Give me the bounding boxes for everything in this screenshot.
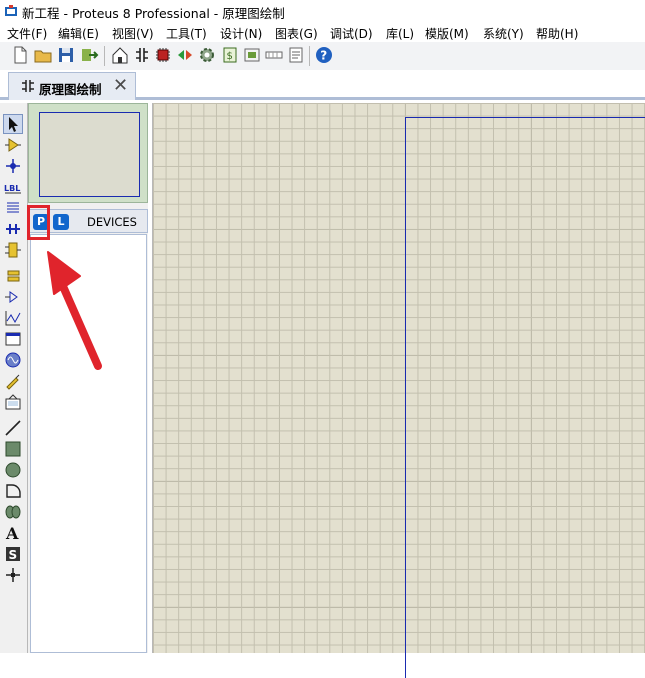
close-icon[interactable]: ✕	[113, 75, 128, 96]
path-tool-icon[interactable]	[4, 503, 22, 521]
schematic-tab-icon	[22, 80, 34, 92]
svg-text:S: S	[9, 548, 18, 562]
title-bar: 新工程 - Proteus 8 Professional - 原理图绘制	[0, 0, 645, 22]
menu-design[interactable]: 设计(N)	[220, 25, 262, 42]
schematic-icon[interactable]	[132, 45, 152, 65]
arrow-annotation	[47, 251, 102, 370]
source-code-icon[interactable]	[175, 45, 195, 65]
menu-template[interactable]: 模版(M)	[425, 25, 469, 42]
new-file-icon[interactable]	[10, 45, 30, 65]
menu-debug[interactable]: 调试(D)	[330, 25, 373, 42]
menu-file[interactable]: 文件(F)	[7, 25, 47, 42]
schematic-canvas[interactable]	[152, 103, 645, 678]
3d-viewer-icon[interactable]	[242, 45, 262, 65]
overview-sheet-frame	[39, 112, 140, 197]
highlight-box	[27, 205, 50, 240]
menu-help[interactable]: 帮助(H)	[536, 25, 578, 42]
svg-text:A: A	[5, 524, 19, 542]
menu-edit[interactable]: 编辑(E)	[58, 25, 99, 42]
home-icon[interactable]	[110, 45, 130, 65]
svg-text:LBL: LBL	[4, 184, 20, 193]
subcircuit-icon[interactable]	[4, 241, 22, 259]
circle-tool-icon[interactable]	[4, 461, 22, 479]
menu-graph[interactable]: 图表(G)	[275, 25, 318, 42]
pcb-layout-icon[interactable]	[153, 45, 173, 65]
arc-tool-icon[interactable]	[4, 482, 22, 500]
tab-label: 原理图绘制	[39, 82, 102, 97]
devices-label: DEVICES	[87, 215, 137, 229]
design-notes-icon[interactable]	[286, 45, 306, 65]
menu-view[interactable]: 视图(V)	[112, 25, 154, 42]
generator-mode-icon[interactable]	[4, 351, 22, 369]
overview-window[interactable]	[28, 103, 148, 203]
svg-text:$: $	[227, 51, 233, 62]
virtual-instruments-icon[interactable]	[4, 393, 22, 411]
open-folder-icon[interactable]	[33, 45, 53, 65]
symbol-tool-icon[interactable]: S	[4, 545, 22, 563]
bus-icon[interactable]	[4, 220, 22, 238]
line-tool-icon[interactable]	[4, 419, 22, 437]
graph-mode-icon[interactable]	[4, 309, 22, 327]
tab-strip: 原理图绘制 ✕	[0, 70, 645, 100]
device-pins-icon[interactable]	[4, 288, 22, 306]
wire-label-icon[interactable]: LBL	[4, 178, 22, 196]
component-mode-icon[interactable]	[4, 136, 22, 154]
toolbar-separator	[104, 46, 105, 66]
menu-library[interactable]: 库(L)	[386, 25, 414, 42]
menu-bar: 文件(F) 编辑(E) 视图(V) 工具(T) 设计(N) 图表(G) 调试(D…	[0, 22, 645, 42]
help-icon[interactable]: ?	[314, 45, 334, 65]
sheet-border	[405, 117, 645, 678]
bill-of-materials-icon[interactable]: $	[220, 45, 240, 65]
junction-dot-icon[interactable]	[4, 157, 22, 175]
text-tool-icon[interactable]: A	[4, 524, 22, 542]
text-script-icon[interactable]	[4, 199, 22, 217]
toolbar-separator	[309, 46, 310, 66]
selection-mode-icon[interactable]	[3, 114, 23, 134]
box-tool-icon[interactable]	[4, 440, 22, 458]
marker-tool-icon[interactable]	[4, 566, 22, 584]
svg-text:?: ?	[320, 49, 327, 63]
mode-toolbar: LBL A S	[0, 103, 28, 653]
terminals-mode-icon[interactable]	[4, 267, 22, 285]
tape-recorder-icon[interactable]	[4, 330, 22, 348]
save-icon[interactable]	[56, 45, 76, 65]
tab-schematic-capture[interactable]: 原理图绘制 ✕	[8, 72, 136, 100]
menu-tools[interactable]: 工具(T)	[166, 25, 207, 42]
import-icon[interactable]	[79, 45, 99, 65]
app-icon	[5, 5, 17, 16]
gear-icon[interactable]	[197, 45, 217, 65]
toolbar: $ ?	[0, 42, 645, 71]
window-title: 新工程 - Proteus 8 Professional - 原理图绘制	[22, 6, 285, 21]
library-manager-button[interactable]: L	[53, 214, 69, 230]
menu-system[interactable]: 系统(Y)	[483, 25, 524, 42]
gerber-viewer-icon[interactable]	[264, 45, 284, 65]
voltage-probe-icon[interactable]	[4, 372, 22, 390]
